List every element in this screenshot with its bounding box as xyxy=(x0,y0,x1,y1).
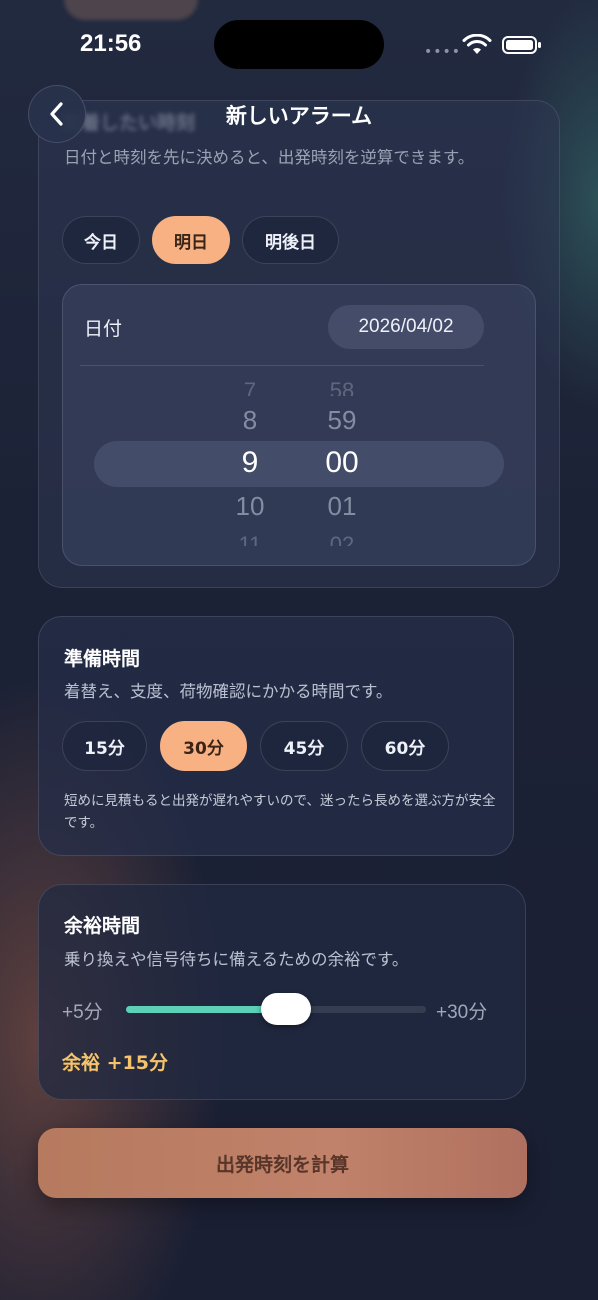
buffer-time-description: 乗り換えや信号待ちに備えるための余裕です。 xyxy=(64,950,409,969)
slider-min-label: +5分 xyxy=(62,1002,103,1023)
slider-max-label: +30分 xyxy=(436,1002,488,1023)
buffer-slider-thumb[interactable] xyxy=(261,993,311,1025)
prep-time-description: 着替え、支度、荷物確認にかかる時間です。 xyxy=(64,682,393,701)
hour-wheel-selected[interactable]: 9 xyxy=(210,446,290,480)
wifi-icon xyxy=(462,34,492,54)
hour-wheel-item[interactable]: 7 xyxy=(210,378,290,396)
battery-icon xyxy=(502,36,541,54)
buffer-value-label: 余裕 +15分 xyxy=(62,1052,168,1074)
divider xyxy=(80,365,484,366)
day-chip-day-after[interactable]: 明後日 xyxy=(242,216,339,264)
date-value-button[interactable]: 2026/04/02 xyxy=(328,305,484,349)
minute-wheel-selected[interactable]: 00 xyxy=(302,446,382,480)
signal-icon: •••• xyxy=(424,44,462,60)
minute-wheel-item[interactable]: 02 xyxy=(302,532,382,546)
dynamic-island xyxy=(214,20,384,69)
minute-wheel-item[interactable]: 59 xyxy=(302,405,382,436)
date-label: 日付 xyxy=(84,318,123,340)
buffer-time-title: 余裕時間 xyxy=(64,915,141,937)
prep-option-30[interactable]: 30分 xyxy=(160,721,247,771)
minute-wheel-item[interactable]: 01 xyxy=(302,491,382,522)
day-chip-today[interactable]: 今日 xyxy=(62,216,140,264)
prep-option-60[interactable]: 60分 xyxy=(361,721,449,771)
hour-wheel-item[interactable]: 11 xyxy=(210,532,290,546)
day-chip-tomorrow[interactable]: 明日 xyxy=(152,216,230,264)
prep-option-45[interactable]: 45分 xyxy=(260,721,348,771)
minute-wheel-item[interactable]: 58 xyxy=(302,378,382,396)
status-time: 21:56 xyxy=(80,30,142,57)
time-wheel-selection xyxy=(94,441,504,487)
calculate-departure-button[interactable]: 出発時刻を計算 xyxy=(38,1128,527,1198)
scrolled-content-shadow xyxy=(64,0,198,20)
arrival-time-description: 日付と時刻を先に決めると、出発時刻を逆算できます。 xyxy=(64,148,475,167)
prep-option-15[interactable]: 15分 xyxy=(62,721,147,771)
prep-time-title: 準備時間 xyxy=(64,648,141,670)
prep-time-note: 短めに見積もると出発が遅れやすいので、迷ったら長めを選ぶ方が安全です。 xyxy=(64,793,496,831)
hour-wheel-item[interactable]: 10 xyxy=(210,491,290,522)
page-title: 新しいアラーム xyxy=(225,104,373,128)
hour-wheel-item[interactable]: 8 xyxy=(210,405,290,436)
